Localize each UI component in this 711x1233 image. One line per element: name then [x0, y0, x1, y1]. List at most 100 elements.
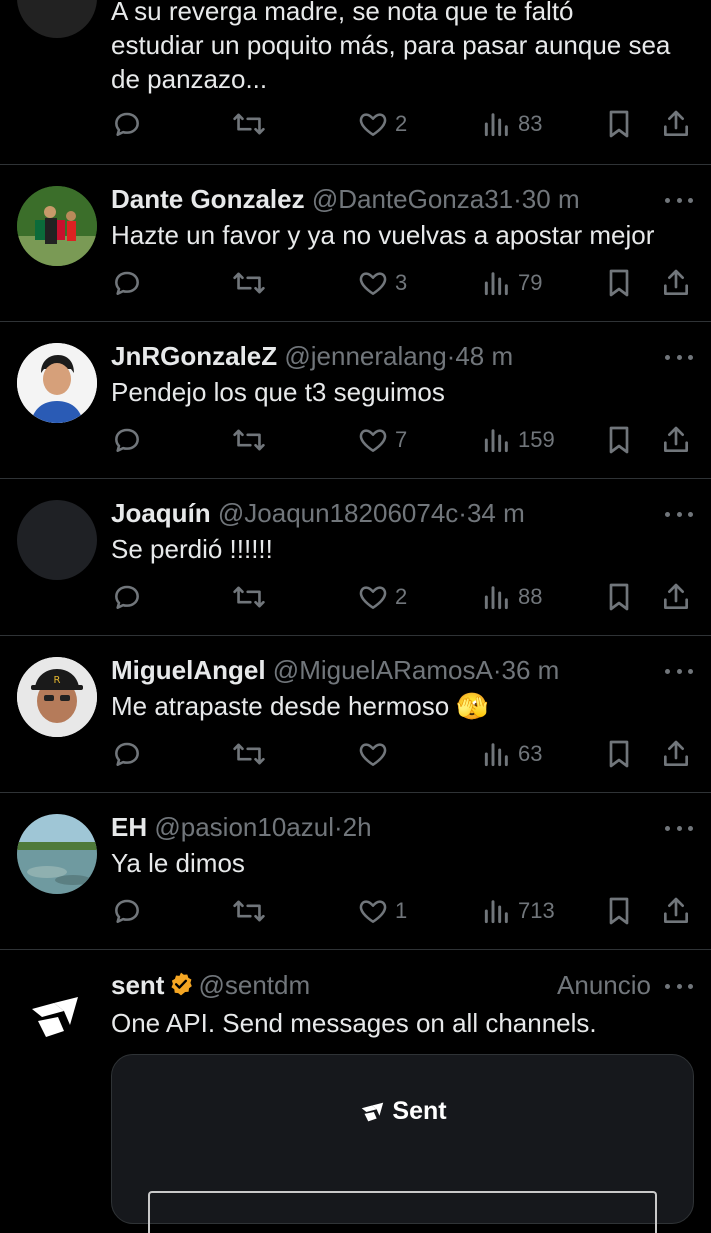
sent-logo-avatar[interactable]: [24, 987, 84, 1047]
bookmark-button[interactable]: [605, 736, 633, 772]
like-button[interactable]: 1: [357, 893, 407, 929]
bookmark-button[interactable]: [605, 265, 633, 301]
reply-button[interactable]: [111, 736, 143, 772]
share-button[interactable]: [661, 736, 691, 772]
tweet-reply[interactable]: Dante Gonzalez @DanteGonza31·30 m Hazte …: [0, 165, 711, 322]
views-button[interactable]: 159: [482, 422, 555, 458]
bookmark-icon: [609, 110, 629, 138]
views-count: 88: [518, 584, 543, 609]
avatar-photo: [17, 814, 97, 894]
bookmark-button[interactable]: [605, 893, 633, 929]
views-button[interactable]: 713: [482, 893, 555, 929]
bookmark-button[interactable]: [605, 579, 633, 615]
user-handle[interactable]: @MiguelARamosA: [273, 655, 493, 685]
views-button[interactable]: 83: [482, 106, 542, 142]
retweet-button[interactable]: [232, 106, 266, 142]
tweet-text: Pendejo los que t3 seguimos: [111, 377, 445, 407]
tweet-reply[interactable]: Joaquín @Joaqun18206074c·34 m Se perdió …: [0, 479, 711, 636]
action-bar: 2 83: [0, 106, 711, 142]
like-button[interactable]: 2: [357, 579, 407, 615]
avatar[interactable]: R: [17, 657, 97, 737]
tweet-reply[interactable]: EH @pasion10azul·2h Ya le dimos 1 713: [0, 793, 711, 950]
user-handle[interactable]: @DanteGonza31: [312, 184, 513, 214]
display-name[interactable]: MiguelAngel: [111, 655, 266, 685]
views-button[interactable]: 79: [482, 265, 542, 301]
tweet-text: Me atrapaste desde hermoso 🫣: [111, 691, 489, 721]
timestamp[interactable]: 30 m: [522, 184, 580, 214]
tweet-text: Se perdió !!!!!!: [111, 534, 273, 564]
like-count: 2: [395, 111, 408, 136]
retweet-button[interactable]: [232, 422, 266, 458]
views-count: 79: [518, 270, 543, 295]
reply-icon: [115, 585, 139, 609]
views-button[interactable]: 88: [482, 579, 542, 615]
retweet-icon: [233, 586, 265, 608]
more-icon[interactable]: [665, 823, 693, 833]
share-button[interactable]: [661, 579, 691, 615]
ad-label: Anuncio: [557, 970, 651, 1000]
more-icon[interactable]: [665, 981, 693, 991]
tweet-reply[interactable]: JnRGonzaleZ @jenneralang·48 m Pendejo lo…: [0, 322, 711, 479]
display-name[interactable]: EH: [111, 812, 147, 842]
reply-icon: [115, 112, 139, 136]
display-name[interactable]: JnRGonzaleZ: [111, 341, 277, 371]
avatar[interactable]: [17, 186, 97, 266]
action-bar: 63: [0, 736, 711, 772]
reply-icon: [115, 742, 139, 766]
views-icon: [484, 900, 508, 924]
more-icon[interactable]: [665, 666, 693, 676]
display-name[interactable]: Dante Gonzalez: [111, 184, 305, 214]
user-handle[interactable]: @jenneralang: [284, 341, 446, 371]
like-button[interactable]: [357, 736, 395, 772]
views-icon: [484, 586, 508, 610]
display-name[interactable]: Joaquín: [111, 498, 211, 528]
user-handle[interactable]: @Joaqun18206074c: [218, 498, 458, 528]
reply-button[interactable]: [111, 106, 143, 142]
user-handle[interactable]: @sentdm: [198, 970, 310, 1000]
tweet-top[interactable]: A su reverga madre, se nota que te faltó…: [0, 0, 711, 165]
retweet-button[interactable]: [232, 265, 266, 301]
reply-icon: [115, 899, 139, 923]
svg-text:R: R: [54, 675, 61, 686]
like-count: 2: [395, 584, 408, 609]
bookmark-button[interactable]: [605, 106, 633, 142]
like-count: 3: [395, 270, 408, 295]
like-button[interactable]: 7: [357, 422, 407, 458]
more-icon[interactable]: [665, 509, 693, 519]
retweet-button[interactable]: [232, 893, 266, 929]
retweet-button[interactable]: [232, 579, 266, 615]
reply-button[interactable]: [111, 422, 143, 458]
reply-button[interactable]: [111, 579, 143, 615]
like-button[interactable]: 3: [357, 265, 407, 301]
bookmark-button[interactable]: [605, 422, 633, 458]
views-count: 713: [518, 898, 555, 923]
avatar[interactable]: [17, 343, 97, 423]
reply-icon: [115, 428, 139, 452]
timestamp[interactable]: 36 m: [502, 655, 560, 685]
more-icon[interactable]: [665, 195, 693, 205]
display-name[interactable]: sent: [111, 970, 164, 1000]
timestamp[interactable]: 34 m: [467, 498, 525, 528]
avatar[interactable]: [17, 0, 97, 38]
share-button[interactable]: [661, 265, 691, 301]
retweet-button[interactable]: [232, 736, 266, 772]
retweet-icon: [233, 743, 265, 765]
share-button[interactable]: [661, 893, 691, 929]
share-button[interactable]: [661, 106, 691, 142]
share-button[interactable]: [661, 422, 691, 458]
reply-button[interactable]: [111, 893, 143, 929]
share-icon: [664, 740, 689, 766]
avatar[interactable]: [17, 500, 97, 580]
reply-button[interactable]: [111, 265, 143, 301]
user-handle[interactable]: @pasion10azul: [154, 812, 334, 842]
like-icon: [359, 113, 387, 136]
like-button[interactable]: 2: [357, 106, 407, 142]
views-count: 63: [518, 741, 543, 766]
timestamp[interactable]: 48 m: [455, 341, 513, 371]
avatar-photo: R: [17, 657, 97, 737]
timestamp[interactable]: 2h: [343, 812, 372, 842]
views-button[interactable]: 63: [482, 736, 542, 772]
tweet-reply[interactable]: R MiguelAngel @MiguelARamosA·36 m Me atr…: [0, 636, 711, 793]
more-icon[interactable]: [665, 352, 693, 362]
avatar[interactable]: [17, 814, 97, 894]
